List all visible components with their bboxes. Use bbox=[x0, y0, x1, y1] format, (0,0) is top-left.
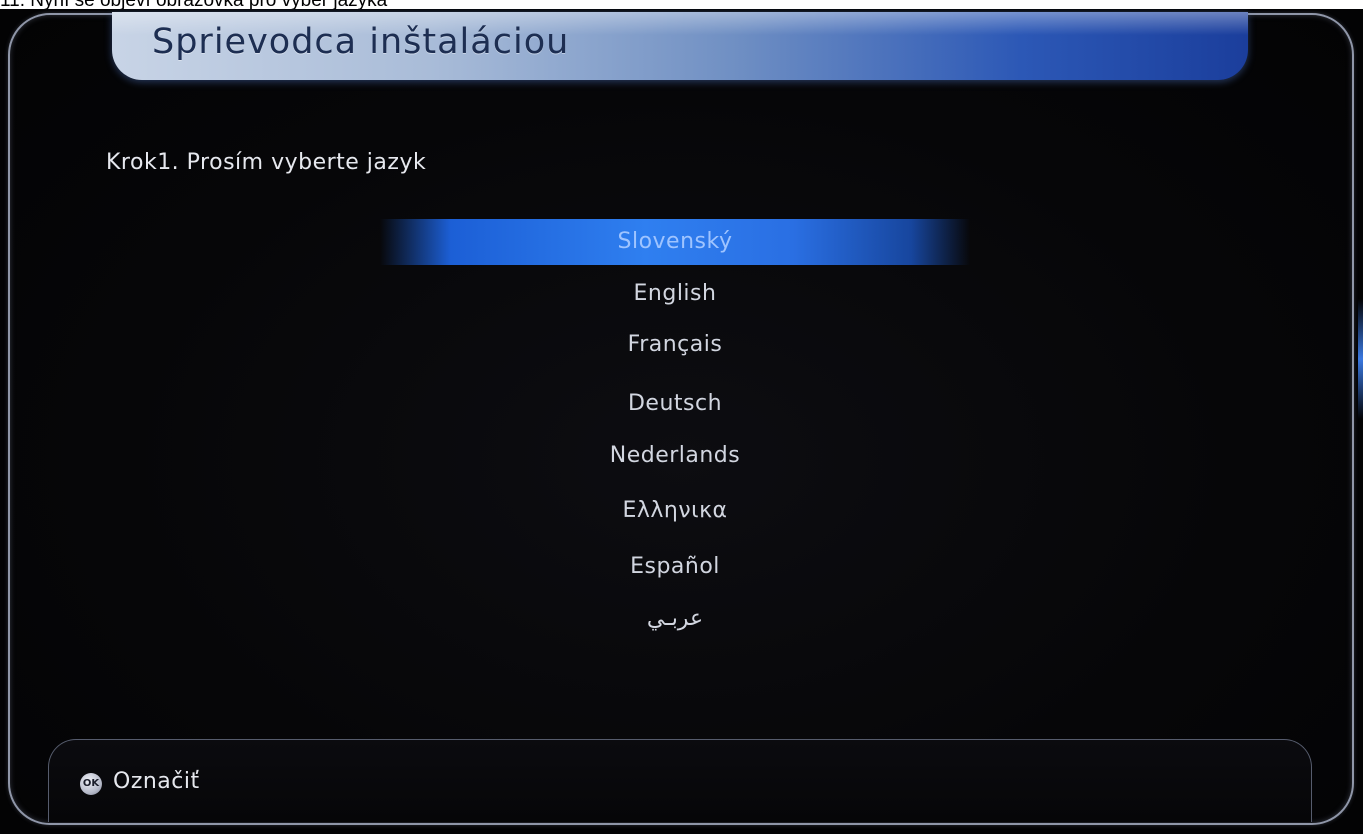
title-bar: Sprievodca inštaláciou bbox=[112, 12, 1248, 80]
language-option-english[interactable]: English bbox=[380, 271, 970, 317]
language-option-slovensky[interactable]: Slovenský bbox=[380, 219, 970, 265]
language-option-greek[interactable]: Ελληνικα bbox=[380, 488, 970, 534]
language-option-arabic[interactable]: عربـي bbox=[380, 596, 970, 642]
language-option-francais[interactable]: Français bbox=[380, 322, 970, 368]
step-instruction: Krok1. Prosím vyberte jazyk bbox=[106, 150, 427, 175]
language-option-nederlands[interactable]: Nederlands bbox=[380, 433, 970, 479]
ok-button-icon: OK bbox=[80, 773, 102, 795]
language-option-deutsch[interactable]: Deutsch bbox=[380, 381, 970, 427]
language-option-espanol[interactable]: Español bbox=[380, 544, 970, 590]
tv-screen: Sprievodca inštaláciou Krok1. Prosím vyb… bbox=[0, 9, 1363, 834]
edge-glow bbox=[1358, 299, 1363, 419]
footer-bar bbox=[48, 739, 1312, 822]
select-action-label: Označiť bbox=[113, 769, 200, 794]
page-title: Sprievodca inštaláciou bbox=[152, 22, 570, 62]
